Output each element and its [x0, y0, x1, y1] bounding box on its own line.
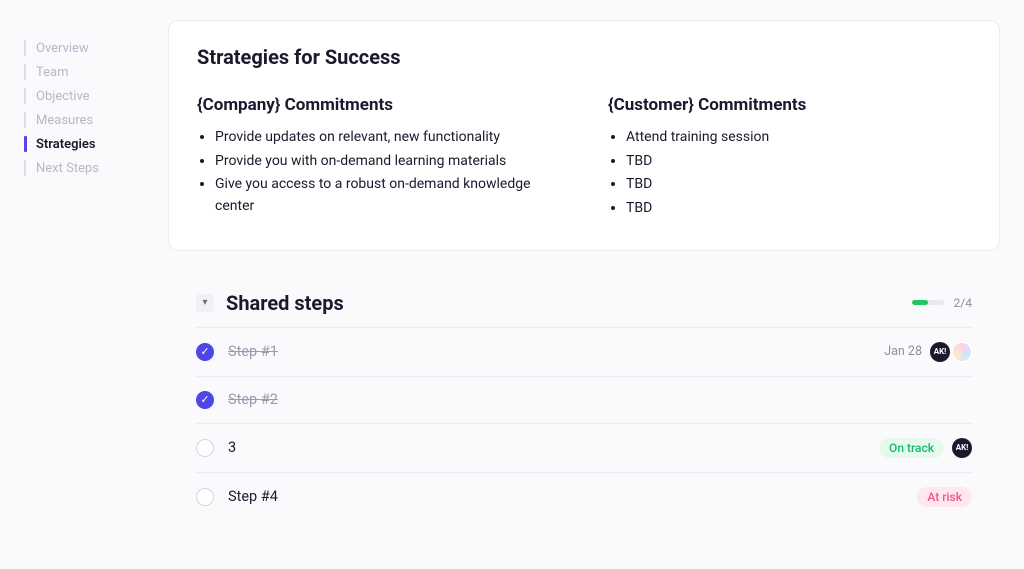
- sidebar-item-label: Measures: [36, 113, 93, 128]
- step-row[interactable]: 3 On track AK!: [196, 423, 972, 472]
- sidebar-item-measures[interactable]: Measures: [24, 108, 144, 132]
- avatar[interactable]: AK!: [952, 438, 972, 458]
- sidebar-item-label: Overview: [36, 41, 89, 56]
- list-item: Provide updates on relevant, new functio…: [215, 127, 560, 149]
- sidebar-item-team[interactable]: Team: [24, 60, 144, 84]
- shared-steps-section: ▾ Shared steps 2/4 ✓ Step #1 Jan 28 AK! ✓ Ste…: [168, 291, 1000, 521]
- shared-steps-list: ✓ Step #1 Jan 28 AK! ✓ Step #2 3 On track AK! Ste…: [196, 327, 972, 521]
- check-icon[interactable]: ✓: [196, 343, 214, 361]
- check-icon[interactable]: ✓: [196, 391, 214, 409]
- step-checkbox[interactable]: [196, 439, 214, 457]
- sidebar-item-label: Next Steps: [36, 161, 99, 176]
- strategies-title: Strategies for Success: [197, 45, 971, 69]
- avatar[interactable]: AK!: [930, 342, 950, 362]
- company-commitments-heading: {Company} Commitments: [197, 95, 560, 115]
- list-item: Give you access to a robust on-demand kn…: [215, 174, 560, 217]
- avatar[interactable]: [952, 342, 972, 362]
- sidebar-item-strategies[interactable]: Strategies: [24, 132, 144, 156]
- step-meta: On track AK!: [879, 438, 972, 458]
- step-row[interactable]: ✓ Step #2: [196, 376, 972, 423]
- list-item: TBD: [626, 198, 971, 220]
- strategies-card: Strategies for Success {Company} Commitm…: [168, 20, 1000, 251]
- step-date: Jan 28: [884, 344, 922, 359]
- list-item: TBD: [626, 174, 971, 196]
- customer-commitments-heading: {Customer} Commitments: [608, 95, 971, 115]
- progress-fill: [912, 300, 928, 305]
- step-row[interactable]: Step #4 At risk: [196, 472, 972, 521]
- sidebar-item-label: Team: [36, 65, 69, 80]
- sidebar: Overview Team Objective Measures Strategies N…: [24, 20, 144, 521]
- customer-commitments-list: Attend training sessionTBDTBDTBD: [608, 127, 971, 220]
- sidebar-item-overview[interactable]: Overview: [24, 36, 144, 60]
- step-label: Step #2: [228, 391, 958, 408]
- status-badge: At risk: [917, 487, 972, 507]
- step-row[interactable]: ✓ Step #1 Jan 28 AK!: [196, 327, 972, 376]
- shared-steps-header: ▾ Shared steps 2/4: [196, 291, 972, 315]
- list-item: Attend training session: [626, 127, 971, 149]
- sidebar-item-label: Objective: [36, 89, 90, 104]
- collapse-toggle[interactable]: ▾: [196, 294, 214, 312]
- company-commitments: {Company} Commitments Provide updates on…: [197, 95, 560, 222]
- progress-indicator: 2/4: [912, 296, 972, 310]
- step-label: Step #4: [228, 488, 903, 505]
- company-commitments-list: Provide updates on relevant, new functio…: [197, 127, 560, 218]
- status-badge: On track: [879, 438, 944, 458]
- chevron-down-icon: ▾: [202, 297, 207, 308]
- sidebar-item-objective[interactable]: Objective: [24, 84, 144, 108]
- list-item: Provide you with on-demand learning mate…: [215, 151, 560, 173]
- commitments-columns: {Company} Commitments Provide updates on…: [197, 95, 971, 222]
- progress-label: 2/4: [954, 296, 972, 310]
- list-item: TBD: [626, 151, 971, 173]
- main-column: Strategies for Success {Company} Commitm…: [168, 20, 1000, 521]
- step-checkbox[interactable]: [196, 488, 214, 506]
- shared-steps-title: Shared steps: [226, 291, 900, 315]
- step-label: 3: [228, 439, 865, 456]
- sidebar-item-next-steps[interactable]: Next Steps: [24, 156, 144, 180]
- step-meta: Jan 28 AK!: [884, 342, 972, 362]
- progress-bar: [912, 300, 944, 305]
- customer-commitments: {Customer} Commitments Attend training s…: [608, 95, 971, 222]
- step-meta: At risk: [917, 487, 972, 507]
- step-label: Step #1: [228, 343, 870, 360]
- sidebar-item-label: Strategies: [36, 137, 96, 152]
